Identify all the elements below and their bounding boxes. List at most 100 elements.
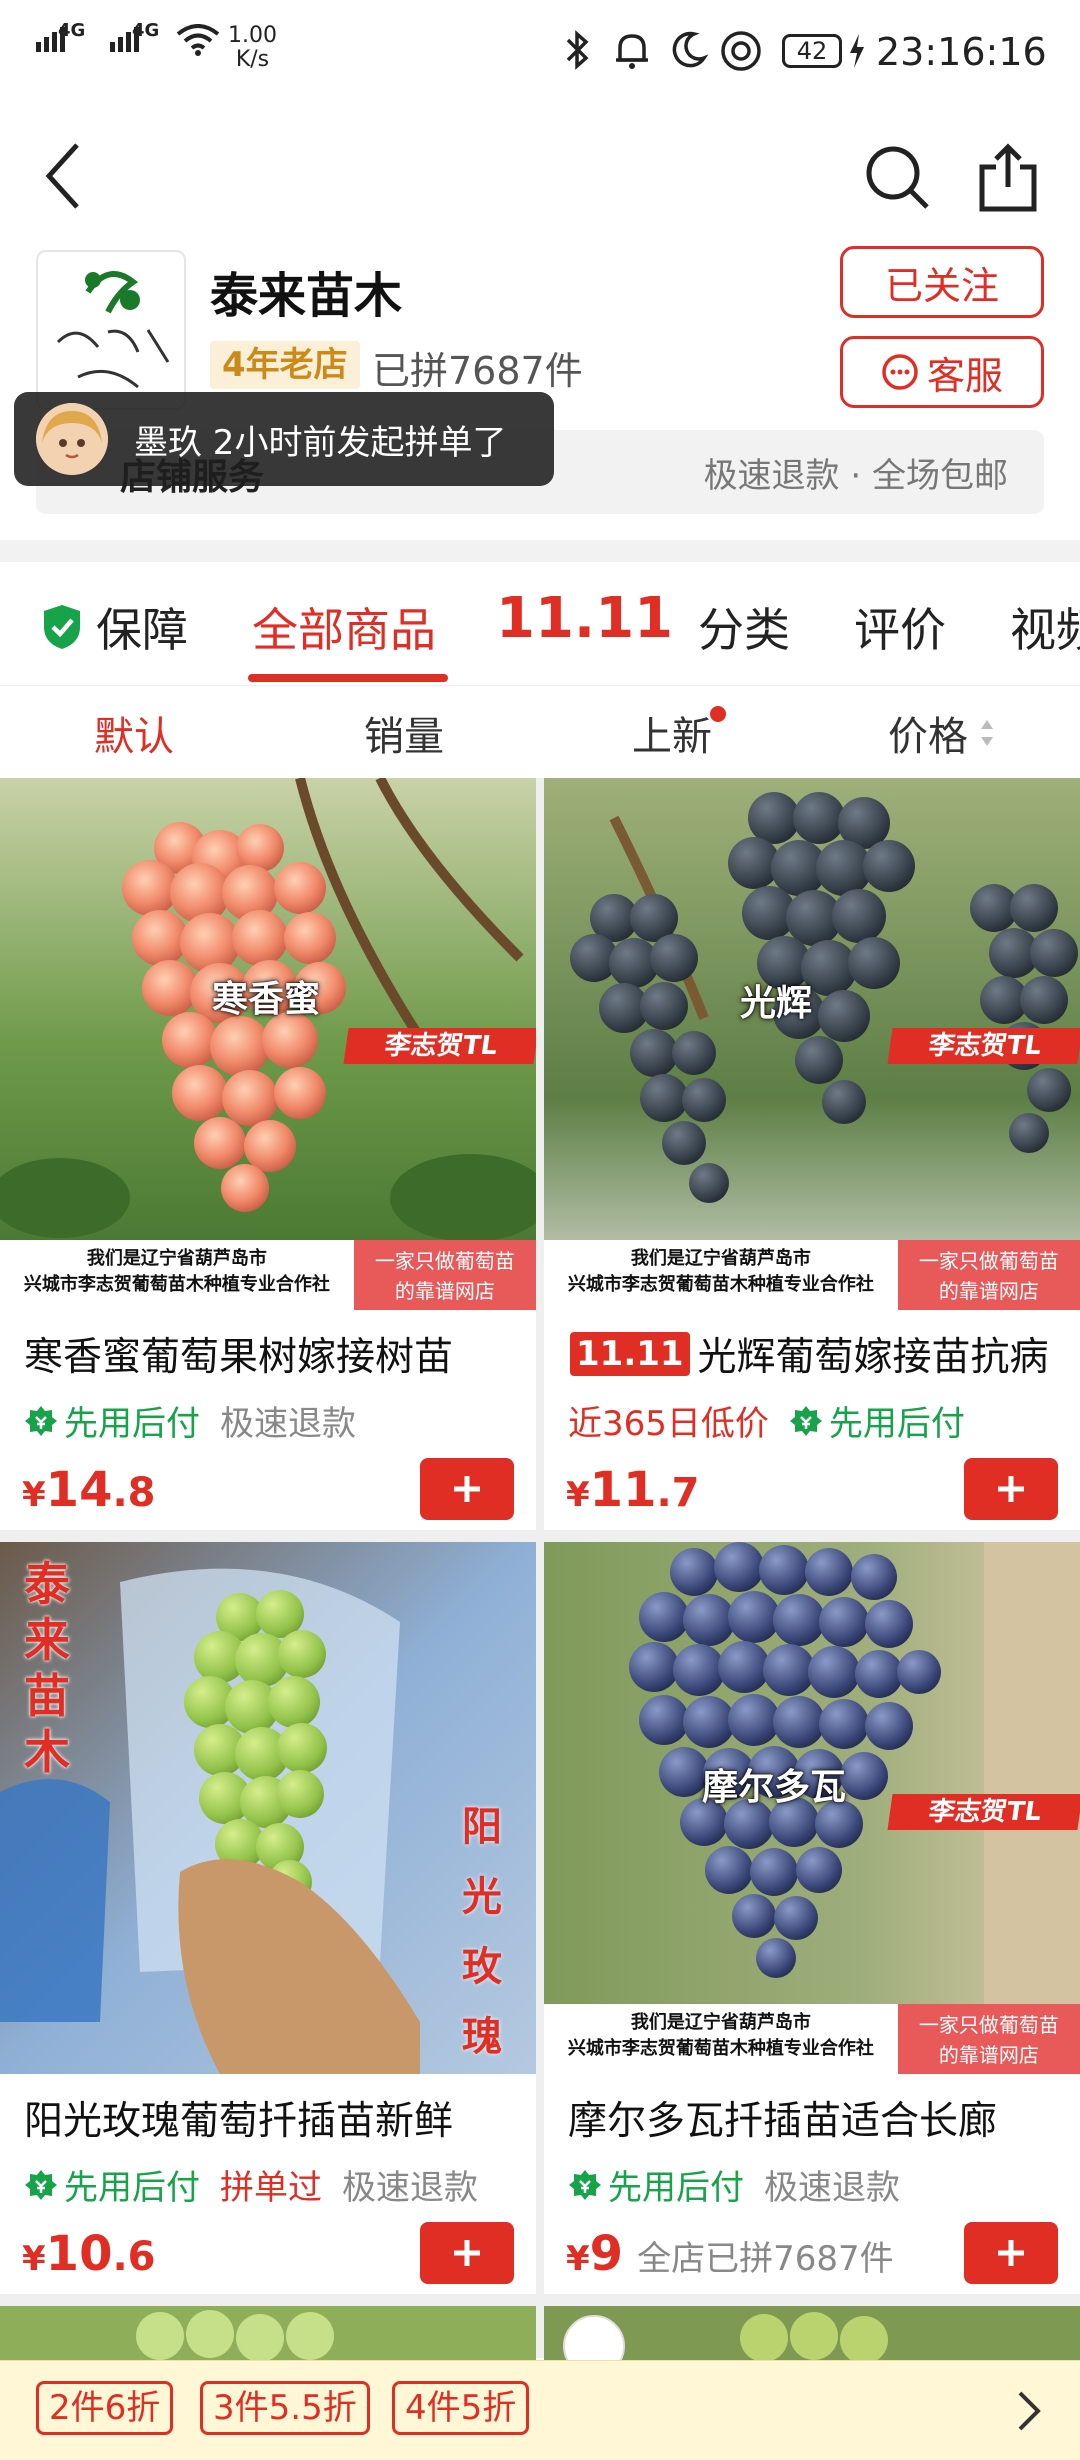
net-speed-unit: K/s [235,47,270,72]
product-tags: 先用后付 极速退款 [568,2160,900,2209]
product-price: ¥10.6 [22,2226,156,2282]
product-image [0,2306,536,2366]
share-button[interactable] [968,138,1048,218]
shield-check-icon [44,605,80,649]
follow-label: 已关注 [884,263,999,308]
tag-pay-later: 先用后付 [24,2160,200,2209]
plus-icon [454,1476,480,1502]
discount-bar[interactable]: 2件6折 3件5.5折 4件5折 [0,2360,1080,2460]
product-title: 光辉葡萄嫁接苗抗病 [697,1335,1049,1380]
tag-pay-later: 先用后付 [568,2160,744,2209]
tab-category[interactable]: 分类 [698,594,790,660]
aperture-icon [720,30,762,76]
shop-logo[interactable] [36,250,186,410]
status-bar: 4G 4G 1.00 K/s 42 23:16:16 [0,0,1080,110]
battery-level: 42 [796,37,828,65]
discount-tag: 2件6折 [36,2381,174,2435]
price-symbol: ¥ [22,2239,46,2279]
product-price: ¥9 全店已拼7687件 [566,2226,894,2282]
product-price: ¥14.8 [22,1462,156,1518]
banner-right-text: 一家只做葡萄苗 的靠谱网店 [897,1240,1080,1310]
product-tags: 先用后付 极速退款 [24,1396,356,1445]
add-to-cart-button[interactable] [420,2222,514,2284]
add-to-cart-button[interactable] [964,2222,1058,2284]
product-image: 光辉 李志贺TL 我们是辽宁省葫芦岛市 兴城市李志贺葡萄苗木种植专业合作社 一家… [544,778,1080,1310]
shop-name: 泰来苗木 [210,268,403,324]
product-card[interactable]: 泰来苗木 阳光玫瑰 阳光玫瑰葡萄扦插苗新鲜 先用后付 拼单过 极速退款 ¥10.… [0,1542,536,2294]
product-card[interactable]: 摩尔多瓦 李志贺TL 我们是辽宁省葫芦岛市 兴城市李志贺葡萄苗木种植专业合作社 … [544,1542,1080,2294]
price-decimal: .7 [656,1470,700,1516]
product-card[interactable] [544,2306,1080,2366]
price-note: 全店已拼7687件 [637,2239,894,2279]
sort-sales-label: 销量 [364,714,444,760]
back-arrow-icon [45,143,79,209]
tab-category-label: 分类 [698,603,790,657]
tag-label: 先用后付 [828,1404,965,1444]
banner-left-text: 我们是辽宁省葫芦岛市 兴城市李志贺葡萄苗木种植专业合作社 [567,1248,874,1295]
price-integer: 10 [45,2226,113,2282]
product-image: 泰来苗木 阳光玫瑰 [0,1542,536,2074]
price-decimal: .8 [112,1470,156,1516]
product-banner: 我们是辽宁省葫芦岛市 兴城市李志贺葡萄苗木种植专业合作社 一家只做葡萄苗 的靠谱… [544,1240,1080,1310]
share-icon [979,143,1037,212]
price-decimal: .6 [112,2234,156,2280]
price-integer: 11 [589,1462,657,1518]
banner-right-text: 一家只做葡萄苗 的靠谱网店 [897,2004,1080,2074]
sort-sales[interactable]: 销量 [364,704,444,762]
watermark-label: 李志贺TL [343,1028,536,1064]
tag-group-bought: 拼单过 [220,2168,322,2208]
tag-fast-refund: 极速退款 [342,2168,478,2208]
tab-video-label: 视频 [1010,603,1080,657]
promo-badge: 11.11 [570,1332,690,1376]
price-symbol: ¥ [566,2239,590,2279]
tab-all-products[interactable]: 全部商品 [252,594,436,660]
discount-tag: 3件5.5折 [200,2381,370,2435]
tab-video[interactable]: 视频 [1010,594,1080,660]
add-to-cart-button[interactable] [964,1458,1058,1520]
bell-icon [610,28,654,76]
product-title: 摩尔多瓦扦插苗适合长廊 [568,2099,998,2144]
shop-age-badge: 4年老店 [210,341,360,389]
product-card[interactable] [0,2306,536,2366]
service-label: 客服 [926,353,1003,398]
tag-label: 先用后付 [64,1404,200,1444]
product-card[interactable]: 光辉 李志贺TL 我们是辽宁省葫芦岛市 兴城市李志贺葡萄苗木种植专业合作社 一家… [544,778,1080,1530]
sort-default[interactable]: 默认 [94,704,174,762]
plus-icon [998,2240,1024,2266]
product-card[interactable]: 寒香蜜 李志贺TL 我们是辽宁省葫芦岛市 兴城市李志贺葡萄苗木种植专业合作社 一… [0,778,536,1530]
product-price: ¥11.7 [566,1462,700,1518]
chat-bubble-icon [882,354,918,390]
price-integer: 14 [45,1462,113,1518]
product-image: 寒香蜜 李志贺TL 我们是辽宁省葫芦岛市 兴城市李志贺葡萄苗木种植专业合作社 一… [0,778,536,1310]
product-banner: 我们是辽宁省葫芦岛市 兴城市李志贺葡萄苗木种植专业合作社 一家只做葡萄苗 的靠谱… [544,2004,1080,2074]
sort-new[interactable]: 上新 [632,704,726,762]
customer-service-button[interactable]: 客服 [840,336,1044,408]
back-button[interactable] [28,136,98,216]
charging-icon [848,34,866,72]
new-dot-badge [710,706,726,722]
tab-guarantee[interactable]: 保障 [40,594,188,660]
follow-button[interactable]: 已关注 [840,246,1044,318]
tag-label: 先用后付 [608,2168,744,2208]
product-image [544,2306,1080,2366]
tab-guarantee-label: 保障 [96,603,188,657]
shop-sold-count: 已拼7687件 [372,349,583,393]
chevron-right-icon [1018,2391,1041,2431]
sort-price[interactable]: 价格 [888,704,996,762]
net-speed-value: 1.00 [228,23,277,48]
discount-tag: 4件5折 [392,2381,530,2435]
tag-pay-later: 先用后付 [789,1396,965,1445]
tab-reviews[interactable]: 评价 [854,594,946,660]
network-label: 4G [58,20,86,41]
search-button[interactable] [858,138,938,218]
product-tags: 近365日低价 先用后付 [568,1396,965,1445]
sort-arrows-icon [981,720,993,746]
tab-double-eleven[interactable]: 11.11 [496,586,673,651]
watermark-label: 李志贺TL [887,1794,1080,1830]
sort-bar: 默认 销量 上新 价格 [0,686,1080,778]
toast-text: 墨玖 2小时前发起拼单了 [134,422,507,463]
variety-label: 光辉 [740,983,813,1024]
pay-later-icon [569,2169,601,2200]
tag-pay-later: 先用后付 [24,1396,200,1445]
add-to-cart-button[interactable] [420,1458,514,1520]
